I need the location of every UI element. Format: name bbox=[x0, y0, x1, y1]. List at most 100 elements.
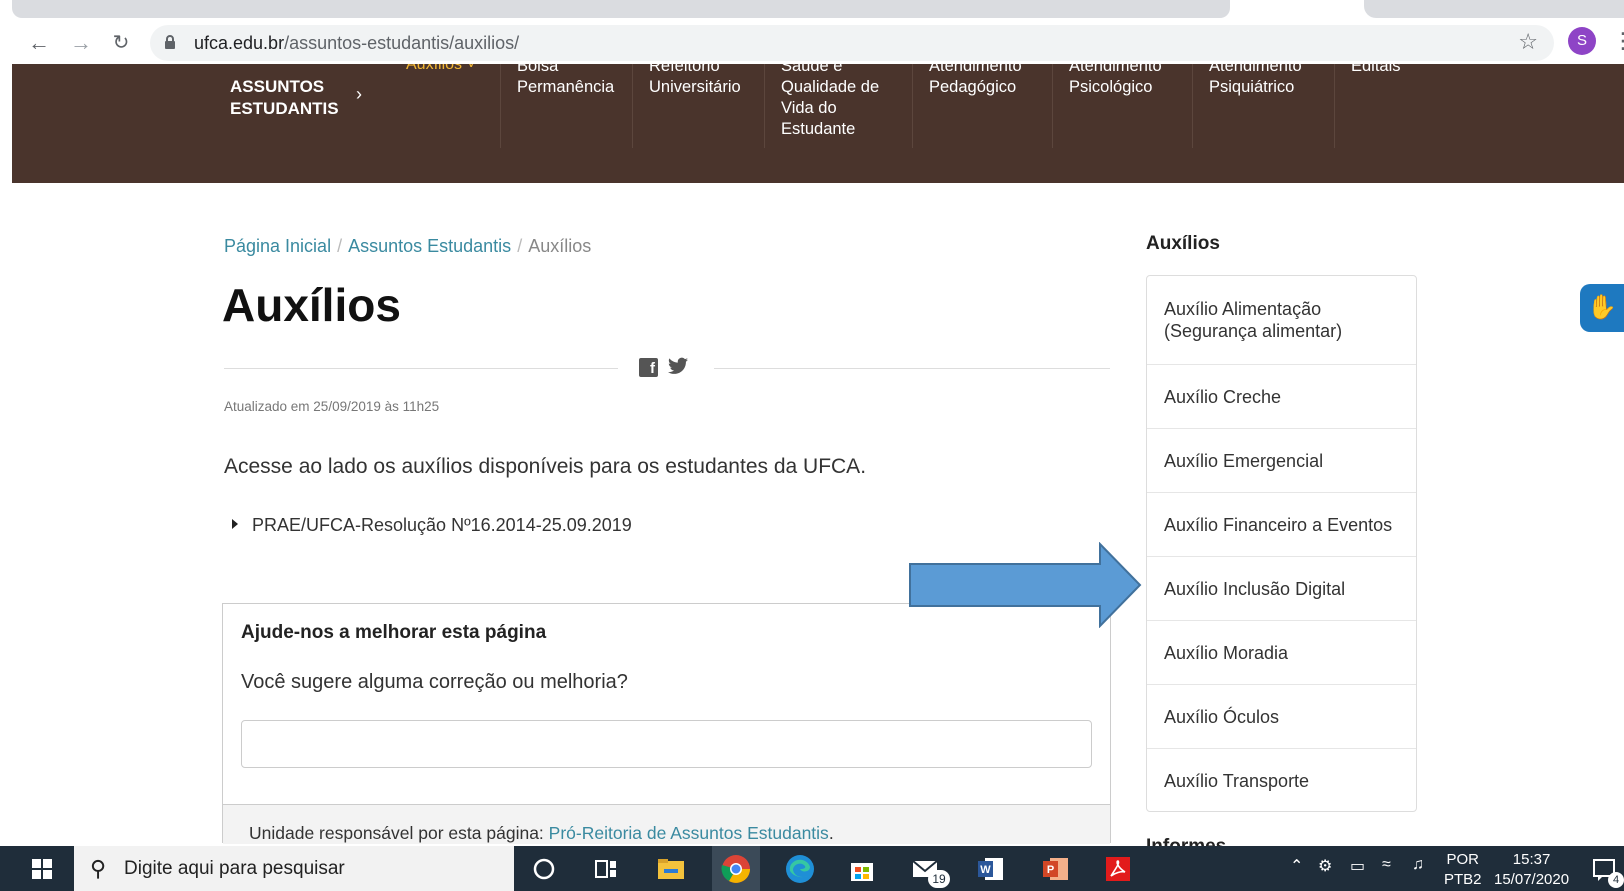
site-header: ASSUNTOS ESTUDANTIS › Auxílios ˅ Bolsa P… bbox=[12, 64, 1624, 183]
wifi-icon[interactable]: ≈ bbox=[1382, 856, 1391, 874]
keyboard-layout: PTB2 bbox=[1444, 871, 1482, 888]
volume-icon[interactable]: ♫ bbox=[1412, 856, 1424, 874]
sidebar-list: Auxílio Alimentação (Segurança alimentar… bbox=[1146, 275, 1417, 812]
sidebar-item-oculos[interactable]: Auxílio Óculos bbox=[1147, 685, 1416, 749]
feedback-footer: Unidade responsável por esta página: Pró… bbox=[223, 804, 1110, 844]
resolution-expander[interactable]: PRAE/UFCA-Resolução Nº16.2014-25.09.2019 bbox=[232, 515, 632, 536]
bookmark-star-icon[interactable]: ☆ bbox=[1518, 29, 1538, 55]
mail-badge: 19 bbox=[928, 870, 950, 888]
system-clock[interactable]: 15:37 15/07/2020 bbox=[1494, 850, 1569, 890]
notification-badge: 4 bbox=[1608, 872, 1624, 888]
sidebar-item-alimentacao[interactable]: Auxílio Alimentação (Segurança alimentar… bbox=[1147, 276, 1416, 365]
caret-right-icon bbox=[232, 519, 238, 529]
chrome-icon[interactable] bbox=[720, 853, 752, 885]
store-icon[interactable] bbox=[846, 853, 878, 885]
arrow-annotation-icon bbox=[909, 542, 1142, 628]
updated-timestamp: Atualizado em 25/09/2019 às 11h25 bbox=[224, 399, 440, 414]
browser-tabs[interactable] bbox=[12, 0, 1230, 18]
sidebar-item-label: Auxílio Emergencial bbox=[1164, 450, 1324, 471]
responsible-unit-link[interactable]: Pró-Reitoria de Assuntos Estudantis bbox=[549, 823, 829, 843]
svg-text:W: W bbox=[980, 864, 991, 876]
divider bbox=[714, 368, 1110, 369]
task-view-icon[interactable] bbox=[590, 853, 622, 885]
address-bar[interactable]: ufca.edu.br/assuntos-estudantis/auxilios… bbox=[150, 25, 1554, 61]
feedback-panel: Ajude-nos a melhorar esta página Você su… bbox=[222, 603, 1111, 844]
language-code: POR bbox=[1446, 851, 1480, 868]
sidebar-item-emergencial[interactable]: Auxílio Emergencial bbox=[1147, 429, 1416, 493]
intro-text: Acesse ao lado os auxílios disponíveis p… bbox=[224, 455, 867, 478]
informes-heading: Informes bbox=[1146, 836, 1226, 846]
breadcrumb: Página Inicial / Assuntos Estudantis / Auxíl… bbox=[224, 236, 591, 257]
sidebar-item-label: Auxílio Inclusão Digital bbox=[1164, 578, 1346, 599]
cortana-icon[interactable] bbox=[528, 853, 560, 885]
breadcrumb-separator: / bbox=[517, 236, 523, 256]
feedback-title: Ajude-nos a melhorar esta página bbox=[241, 622, 547, 643]
svg-text:P: P bbox=[1047, 864, 1054, 876]
nav-item-atendimento-psiquiatrico[interactable]: Atendimento Psiquiátrico bbox=[1192, 64, 1332, 148]
twitter-icon[interactable] bbox=[668, 357, 688, 375]
battery-icon[interactable]: ▭ bbox=[1350, 856, 1365, 876]
back-icon[interactable]: ← bbox=[26, 30, 52, 56]
feedback-input[interactable] bbox=[241, 720, 1092, 768]
sign-language-accessibility-icon[interactable]: ✋ bbox=[1580, 284, 1624, 332]
powerpoint-icon[interactable]: P bbox=[1040, 853, 1072, 885]
breadcrumb-section[interactable]: Assuntos Estudantis bbox=[348, 236, 511, 256]
menu-kebab-icon[interactable]: ⋮ bbox=[1612, 28, 1624, 54]
reload-icon[interactable]: ↻ bbox=[108, 30, 134, 56]
sidebar-item-label: Auxílio Transporte bbox=[1164, 771, 1310, 791]
responsible-unit-label: Unidade responsável por esta página: bbox=[249, 823, 549, 843]
tray-chevron-up-icon[interactable]: ⌃ bbox=[1290, 856, 1303, 876]
clock-date: 15/07/2020 bbox=[1494, 871, 1570, 888]
sidebar-item-inclusao-digital[interactable]: Auxílio Inclusão Digital bbox=[1147, 557, 1416, 621]
breadcrumb-current: Auxílios bbox=[528, 236, 592, 256]
taskbar-search[interactable]: ⚲ Digite aqui para pesquisar bbox=[74, 846, 514, 891]
network-shield-icon[interactable]: ⚙ bbox=[1318, 856, 1332, 876]
clock-time: 15:37 bbox=[1512, 851, 1551, 868]
edge-icon[interactable] bbox=[784, 853, 816, 885]
breadcrumb-home[interactable]: Página Inicial bbox=[224, 236, 331, 256]
url-text: ufca.edu.br/assuntos-estudantis/auxilios… bbox=[194, 33, 520, 53]
divider bbox=[224, 368, 618, 369]
sidebar-item-transporte[interactable]: Auxílio Transporte bbox=[1147, 749, 1416, 813]
sidebar-item-label: Auxílio Moradia bbox=[1164, 642, 1289, 663]
facebook-icon[interactable]: f bbox=[639, 358, 658, 377]
breadcrumb-separator: / bbox=[337, 236, 343, 256]
lock-icon bbox=[165, 35, 175, 49]
word-icon[interactable]: W bbox=[975, 853, 1007, 885]
feedback-question: Você sugere alguma correção ou melhoria? bbox=[241, 671, 628, 693]
nav-item-auxilios[interactable]: Auxílios ˅ bbox=[406, 64, 476, 74]
acrobat-icon[interactable] bbox=[1102, 853, 1134, 885]
sidebar-item-label: Auxílio Financeiro a Eventos bbox=[1164, 514, 1393, 535]
brand-line2: ESTUDANTIS bbox=[230, 99, 339, 118]
sidebar-item-moradia[interactable]: Auxílio Moradia bbox=[1147, 621, 1416, 685]
windows-start-icon[interactable] bbox=[12, 846, 74, 891]
nav-item-bolsa-permanencia[interactable]: Bolsa Permanência bbox=[500, 64, 630, 148]
responsible-unit: Unidade responsável por esta página: Pró… bbox=[249, 823, 834, 844]
nav-item-saude[interactable]: Saúde e Qualidade de Vida do Estudante bbox=[764, 64, 910, 148]
search-placeholder: Digite aqui para pesquisar bbox=[124, 858, 345, 879]
nav-item-atendimento-psicologico[interactable]: Atendimento Psicológico bbox=[1052, 64, 1190, 148]
sidebar-item-financeiro-eventos[interactable]: Auxílio Financeiro a Eventos bbox=[1147, 493, 1416, 557]
file-explorer-icon[interactable] bbox=[655, 853, 687, 885]
forward-icon[interactable]: → bbox=[68, 30, 94, 56]
nav-item-editais[interactable]: Editais bbox=[1334, 64, 1454, 148]
browser-tab-strip bbox=[0, 0, 1624, 22]
language-indicator[interactable]: POR PTB2 bbox=[1444, 850, 1482, 890]
sidebar-item-label: Auxílio Alimentação (Segurança alimentar… bbox=[1164, 299, 1343, 341]
page-title: Auxílios bbox=[222, 279, 401, 331]
windows-taskbar: ⚲ Digite aqui para pesquisar 19 W P ⌃ ⚙ … bbox=[0, 846, 1624, 891]
profile-avatar[interactable]: S bbox=[1568, 27, 1596, 55]
browser-active-tab[interactable] bbox=[1364, 0, 1624, 18]
sidebar-title: Auxílios bbox=[1146, 233, 1220, 254]
sidebar-item-label: Auxílio Creche bbox=[1164, 386, 1282, 407]
chevron-right-icon: › bbox=[356, 84, 362, 104]
browser-toolbar: ← → ↻ ufca.edu.br/assuntos-estudantis/au… bbox=[0, 22, 1624, 64]
brand-line1: ASSUNTOS bbox=[230, 77, 325, 96]
responsible-unit-end: . bbox=[828, 823, 834, 843]
nav-item-atendimento-pedagogico[interactable]: Atendimento Pedagógico bbox=[912, 64, 1050, 148]
resolution-label: PRAE/UFCA-Resolução Nº16.2014-25.09.2019 bbox=[252, 515, 632, 535]
nav-item-refeitorio[interactable]: Refeitório Universitário bbox=[632, 64, 762, 148]
sidebar-item-creche[interactable]: Auxílio Creche bbox=[1147, 365, 1416, 429]
sidebar-item-label: Auxílio Óculos bbox=[1164, 706, 1280, 727]
section-brand[interactable]: ASSUNTOS ESTUDANTIS bbox=[230, 76, 339, 120]
